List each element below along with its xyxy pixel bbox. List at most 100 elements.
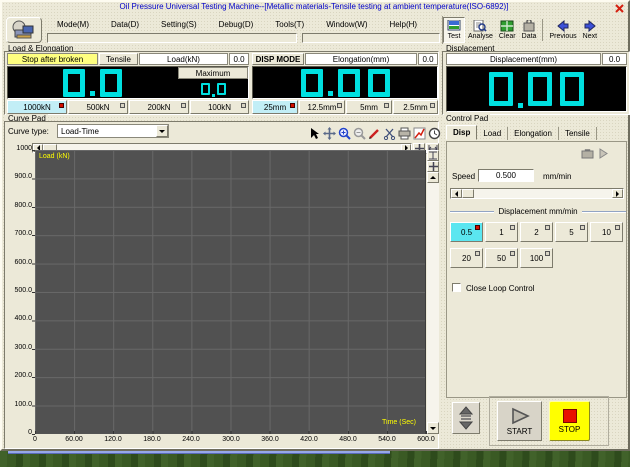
window-title: Oil Pressure Universal Testing Machine--… bbox=[120, 2, 509, 11]
analyse-button[interactable]: Analyse bbox=[465, 17, 496, 43]
slider-right-icon bbox=[616, 191, 622, 197]
close-button[interactable] bbox=[614, 3, 625, 13]
menu-item-window[interactable]: Window(W) bbox=[323, 19, 370, 30]
start-button[interactable]: START bbox=[497, 401, 542, 441]
screen: Oil Pressure Universal Testing Machine--… bbox=[0, 0, 630, 467]
stop-after-broken-toggle[interactable]: Stop after broken bbox=[7, 53, 98, 65]
printer-icon[interactable] bbox=[398, 127, 411, 140]
load-header-value: 0.0 bbox=[229, 53, 249, 65]
pen-icon[interactable] bbox=[368, 127, 381, 140]
preset-20[interactable]: 20 bbox=[450, 248, 483, 268]
x-tick: 60.00 bbox=[57, 436, 91, 443]
main-toolbar: Test Analyse Clear Data Previous Next bbox=[442, 16, 630, 44]
zoom-in-icon[interactable] bbox=[338, 127, 351, 140]
curve-type-dropdown-button[interactable] bbox=[156, 125, 168, 137]
apply-arrow-icon[interactable] bbox=[598, 148, 608, 159]
menu-item-help[interactable]: Help(H) bbox=[387, 19, 421, 30]
preset-5[interactable]: 5 bbox=[555, 222, 588, 242]
preset-label: 2 bbox=[534, 228, 538, 237]
close-loop-checkbox[interactable] bbox=[452, 283, 461, 292]
speed-unit-label: mm/min bbox=[543, 172, 571, 181]
clock-icon[interactable] bbox=[428, 127, 441, 140]
tab-load[interactable]: Load bbox=[477, 127, 508, 140]
curve-type-dropdown[interactable]: Load-Time bbox=[57, 124, 169, 138]
fit-height-button[interactable] bbox=[427, 150, 439, 161]
preset-label: 0.5 bbox=[461, 228, 472, 237]
y-tick: 600.0 bbox=[6, 259, 32, 266]
title-bar: Oil Pressure Universal Testing Machine--… bbox=[2, 2, 626, 15]
next-button[interactable]: Next bbox=[580, 17, 600, 43]
zoom-out-icon[interactable] bbox=[353, 127, 366, 140]
load-range-100kn[interactable]: 100kN bbox=[190, 100, 249, 114]
previous-button[interactable]: Previous bbox=[546, 17, 579, 43]
x-tick: 540.0 bbox=[370, 436, 404, 443]
clear-button[interactable]: Clear bbox=[496, 17, 519, 43]
control-tabs: Disp Load Elongation Tensile bbox=[446, 125, 597, 140]
slider-thumb[interactable] bbox=[462, 189, 474, 198]
range-indicator bbox=[430, 103, 435, 108]
menu-item-tools[interactable]: Tools(T) bbox=[272, 19, 307, 30]
preset-100[interactable]: 100 bbox=[520, 248, 553, 268]
elongation-range-25mm[interactable]: 25mm bbox=[252, 100, 298, 114]
menu-item-mode[interactable]: Mode(M) bbox=[54, 19, 92, 30]
load-range-200kn[interactable]: 200kN bbox=[129, 100, 189, 114]
stop-button[interactable]: STOP bbox=[549, 401, 590, 441]
speed-slider[interactable] bbox=[450, 188, 624, 199]
next-arrow-icon bbox=[583, 20, 597, 32]
curve-type-label: Curve type: bbox=[8, 127, 49, 136]
preset-50[interactable]: 50 bbox=[485, 248, 518, 268]
range-indicator bbox=[59, 103, 64, 108]
chart-icon[interactable] bbox=[413, 127, 426, 140]
preset-10[interactable]: 10 bbox=[590, 222, 623, 242]
preset-label: 100 bbox=[530, 254, 543, 263]
close-loop-label: Close Loop Control bbox=[466, 284, 534, 293]
chart-plot-area[interactable]: Load (kN) Time (Sec) bbox=[35, 150, 426, 434]
y-tick: 200.0 bbox=[6, 372, 32, 379]
range-label: 500kN bbox=[86, 103, 109, 112]
v-pan-button[interactable] bbox=[427, 161, 439, 172]
menu-item-data[interactable]: Data(D) bbox=[108, 19, 142, 30]
load-range-1000kn[interactable]: 1000kN bbox=[7, 100, 67, 114]
cursor-icon[interactable] bbox=[308, 127, 321, 140]
preset-section-label: Displacement mm/min bbox=[498, 207, 577, 216]
elongation-range-2-5mm[interactable]: 2.5mm bbox=[393, 100, 438, 114]
tensile-button[interactable]: Tensile bbox=[99, 53, 138, 65]
divider-line bbox=[450, 211, 494, 213]
pan-icon[interactable] bbox=[323, 127, 336, 140]
scissors-icon[interactable] bbox=[383, 127, 396, 140]
preset-2[interactable]: 2 bbox=[520, 222, 553, 242]
preset-indicator bbox=[475, 225, 480, 230]
x-tick: 120.0 bbox=[96, 436, 130, 443]
chart-v-scrollbar[interactable] bbox=[427, 150, 439, 434]
test-button[interactable]: Test bbox=[443, 17, 465, 43]
range-label: 100kN bbox=[208, 103, 231, 112]
tab-elongation[interactable]: Elongation bbox=[508, 127, 559, 140]
preset-label: 50 bbox=[497, 254, 506, 263]
toolbar-strip-left bbox=[47, 33, 297, 43]
tab-disp[interactable]: Disp bbox=[446, 125, 477, 140]
data-button[interactable]: Data bbox=[519, 17, 540, 43]
v-scroll-up-button[interactable] bbox=[427, 172, 439, 183]
x-axis-labels: 0 60.00 120.0 180.0 240.0 300.0 360.0 42… bbox=[35, 436, 435, 446]
menu-item-setting[interactable]: Setting(S) bbox=[158, 19, 200, 30]
elongation-range-12-5mm[interactable]: 12.5mm bbox=[299, 100, 345, 114]
y-tick: 300.0 bbox=[6, 344, 32, 351]
preset-1[interactable]: 1 bbox=[485, 222, 518, 242]
next-label: Next bbox=[583, 33, 597, 40]
disp-mode-button[interactable]: DISP MODE bbox=[252, 53, 304, 65]
time-axis-dropdown-button[interactable] bbox=[427, 422, 439, 434]
start-play-icon bbox=[509, 407, 531, 425]
preset-label: 5 bbox=[569, 228, 573, 237]
elongation-range-5mm[interactable]: 5mm bbox=[346, 100, 392, 114]
slider-left-button[interactable] bbox=[451, 189, 462, 198]
speed-input[interactable] bbox=[478, 169, 534, 182]
load-range-500kn[interactable]: 500kN bbox=[68, 100, 128, 114]
menu-item-debug[interactable]: Debug(D) bbox=[216, 19, 257, 30]
preset-0-5[interactable]: 0.5 bbox=[450, 222, 483, 242]
jog-button[interactable] bbox=[452, 402, 480, 434]
data-icon bbox=[522, 20, 536, 32]
app-logo bbox=[6, 17, 42, 43]
slider-right-button[interactable] bbox=[612, 189, 623, 198]
tab-tensile[interactable]: Tensile bbox=[559, 127, 597, 140]
y-tick: 900.0 bbox=[6, 173, 32, 180]
